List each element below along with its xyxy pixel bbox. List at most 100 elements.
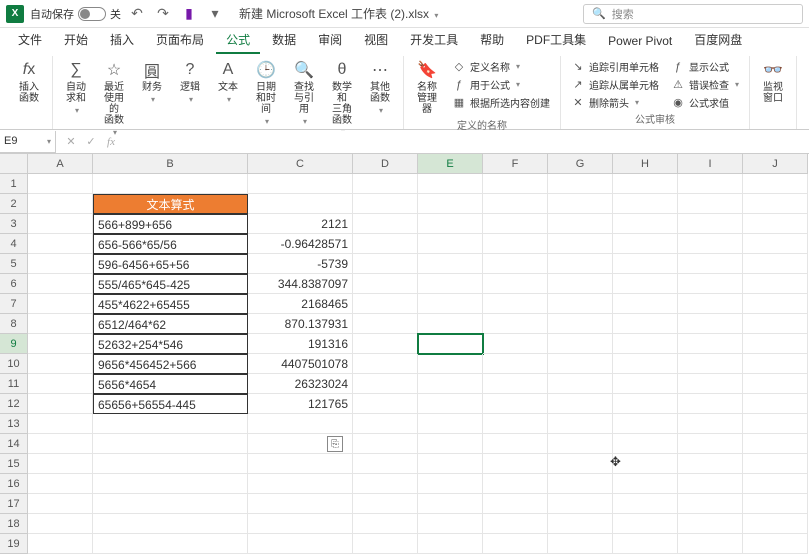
cell-C19[interactable]	[248, 534, 353, 554]
trace-dependents-button[interactable]: ↗追踪从属单元格	[567, 76, 663, 93]
cell-J4[interactable]	[743, 234, 808, 254]
cell-F4[interactable]	[483, 234, 548, 254]
cell-I13[interactable]	[678, 414, 743, 434]
cell-E19[interactable]	[418, 534, 483, 554]
cell-E13[interactable]	[418, 414, 483, 434]
row-header-17[interactable]: 17	[0, 494, 28, 514]
cell-G19[interactable]	[548, 534, 613, 554]
row-header-5[interactable]: 5	[0, 254, 28, 274]
cell-D13[interactable]	[353, 414, 418, 434]
cell-F11[interactable]	[483, 374, 548, 394]
tab-开发工具[interactable]: 开发工具	[400, 27, 468, 54]
cell-G13[interactable]	[548, 414, 613, 434]
cell-B13[interactable]	[93, 414, 248, 434]
tab-百度网盘[interactable]: 百度网盘	[684, 27, 752, 54]
col-header-E[interactable]: E	[418, 154, 483, 174]
tab-PDF工具集[interactable]: PDF工具集	[516, 27, 596, 54]
col-header-H[interactable]: H	[613, 154, 678, 174]
cell-F5[interactable]	[483, 254, 548, 274]
cell-I3[interactable]	[678, 214, 743, 234]
cell-G5[interactable]	[548, 254, 613, 274]
cell-B5[interactable]: 596-6456+65+56	[93, 254, 248, 274]
cell-B6[interactable]: 555/465*645-425	[93, 274, 248, 294]
cells-area[interactable]: 文本算式566+899+6562121656-566*65/56-0.96428…	[28, 174, 809, 557]
cell-I7[interactable]	[678, 294, 743, 314]
cell-F14[interactable]	[483, 434, 548, 454]
calc-options-button[interactable]: ▤计算选项▾	[803, 58, 809, 117]
name-box[interactable]: E9▾	[0, 131, 56, 153]
cell-B7[interactable]: 455*4622+65455	[93, 294, 248, 314]
cell-G6[interactable]	[548, 274, 613, 294]
cell-G2[interactable]	[548, 194, 613, 214]
cell-G4[interactable]	[548, 234, 613, 254]
fx-button[interactable]: fx	[102, 136, 120, 148]
cell-C12[interactable]: 121765	[248, 394, 353, 414]
cell-A17[interactable]	[28, 494, 93, 514]
cell-A5[interactable]	[28, 254, 93, 274]
cell-H9[interactable]	[613, 334, 678, 354]
row-header-4[interactable]: 4	[0, 234, 28, 254]
cell-I18[interactable]	[678, 514, 743, 534]
cell-A14[interactable]	[28, 434, 93, 454]
cell-D7[interactable]	[353, 294, 418, 314]
cell-H12[interactable]	[613, 394, 678, 414]
cell-A7[interactable]	[28, 294, 93, 314]
cell-B8[interactable]: 6512/464*62	[93, 314, 248, 334]
cell-A19[interactable]	[28, 534, 93, 554]
cell-E7[interactable]	[418, 294, 483, 314]
tab-插入[interactable]: 插入	[100, 27, 144, 54]
spreadsheet-grid[interactable]: ABCDEFGHIJ 12345678910111213141516171819…	[0, 154, 809, 557]
row-header-10[interactable]: 10	[0, 354, 28, 374]
cell-D18[interactable]	[353, 514, 418, 534]
cell-I6[interactable]	[678, 274, 743, 294]
cell-B1[interactable]	[93, 174, 248, 194]
trace-precedents-button[interactable]: ↘追踪引用单元格	[567, 58, 663, 75]
cell-J2[interactable]	[743, 194, 808, 214]
cell-B12[interactable]: 65656+56554-445	[93, 394, 248, 414]
cell-G11[interactable]	[548, 374, 613, 394]
cell-J13[interactable]	[743, 414, 808, 434]
smart-tag-button[interactable]: ⎘	[327, 436, 343, 452]
cell-H19[interactable]	[613, 534, 678, 554]
cell-A4[interactable]	[28, 234, 93, 254]
cell-B11[interactable]: 5656*4654	[93, 374, 248, 394]
cell-H4[interactable]	[613, 234, 678, 254]
cell-D5[interactable]	[353, 254, 418, 274]
cell-H16[interactable]	[613, 474, 678, 494]
col-header-B[interactable]: B	[93, 154, 248, 174]
cell-C11[interactable]: 26323024	[248, 374, 353, 394]
cell-B15[interactable]	[93, 454, 248, 474]
cell-A16[interactable]	[28, 474, 93, 494]
undo-button[interactable]: ↶	[127, 4, 147, 24]
enter-formula-button[interactable]: ✓	[82, 135, 100, 148]
cell-A13[interactable]	[28, 414, 93, 434]
col-header-F[interactable]: F	[483, 154, 548, 174]
tab-公式[interactable]: 公式	[216, 27, 260, 54]
cell-C17[interactable]	[248, 494, 353, 514]
cell-G17[interactable]	[548, 494, 613, 514]
cell-C4[interactable]: -0.96428571	[248, 234, 353, 254]
cell-B18[interactable]	[93, 514, 248, 534]
cell-B2[interactable]: 文本算式	[93, 194, 248, 214]
cell-A11[interactable]	[28, 374, 93, 394]
cell-H6[interactable]	[613, 274, 678, 294]
cell-A9[interactable]	[28, 334, 93, 354]
row-header-7[interactable]: 7	[0, 294, 28, 314]
cell-A18[interactable]	[28, 514, 93, 534]
cell-F7[interactable]	[483, 294, 548, 314]
cell-J3[interactable]	[743, 214, 808, 234]
cell-J15[interactable]	[743, 454, 808, 474]
cell-G15[interactable]	[548, 454, 613, 474]
col-header-C[interactable]: C	[248, 154, 353, 174]
col-header-J[interactable]: J	[743, 154, 808, 174]
cell-F8[interactable]	[483, 314, 548, 334]
cell-D11[interactable]	[353, 374, 418, 394]
cell-J11[interactable]	[743, 374, 808, 394]
cell-H18[interactable]	[613, 514, 678, 534]
cell-E12[interactable]	[418, 394, 483, 414]
cell-H15[interactable]	[613, 454, 678, 474]
more-functions-button[interactable]: ⋯其他函数▾	[363, 58, 397, 117]
cell-J10[interactable]	[743, 354, 808, 374]
row-header-3[interactable]: 3	[0, 214, 28, 234]
formula-input[interactable]	[126, 131, 809, 153]
